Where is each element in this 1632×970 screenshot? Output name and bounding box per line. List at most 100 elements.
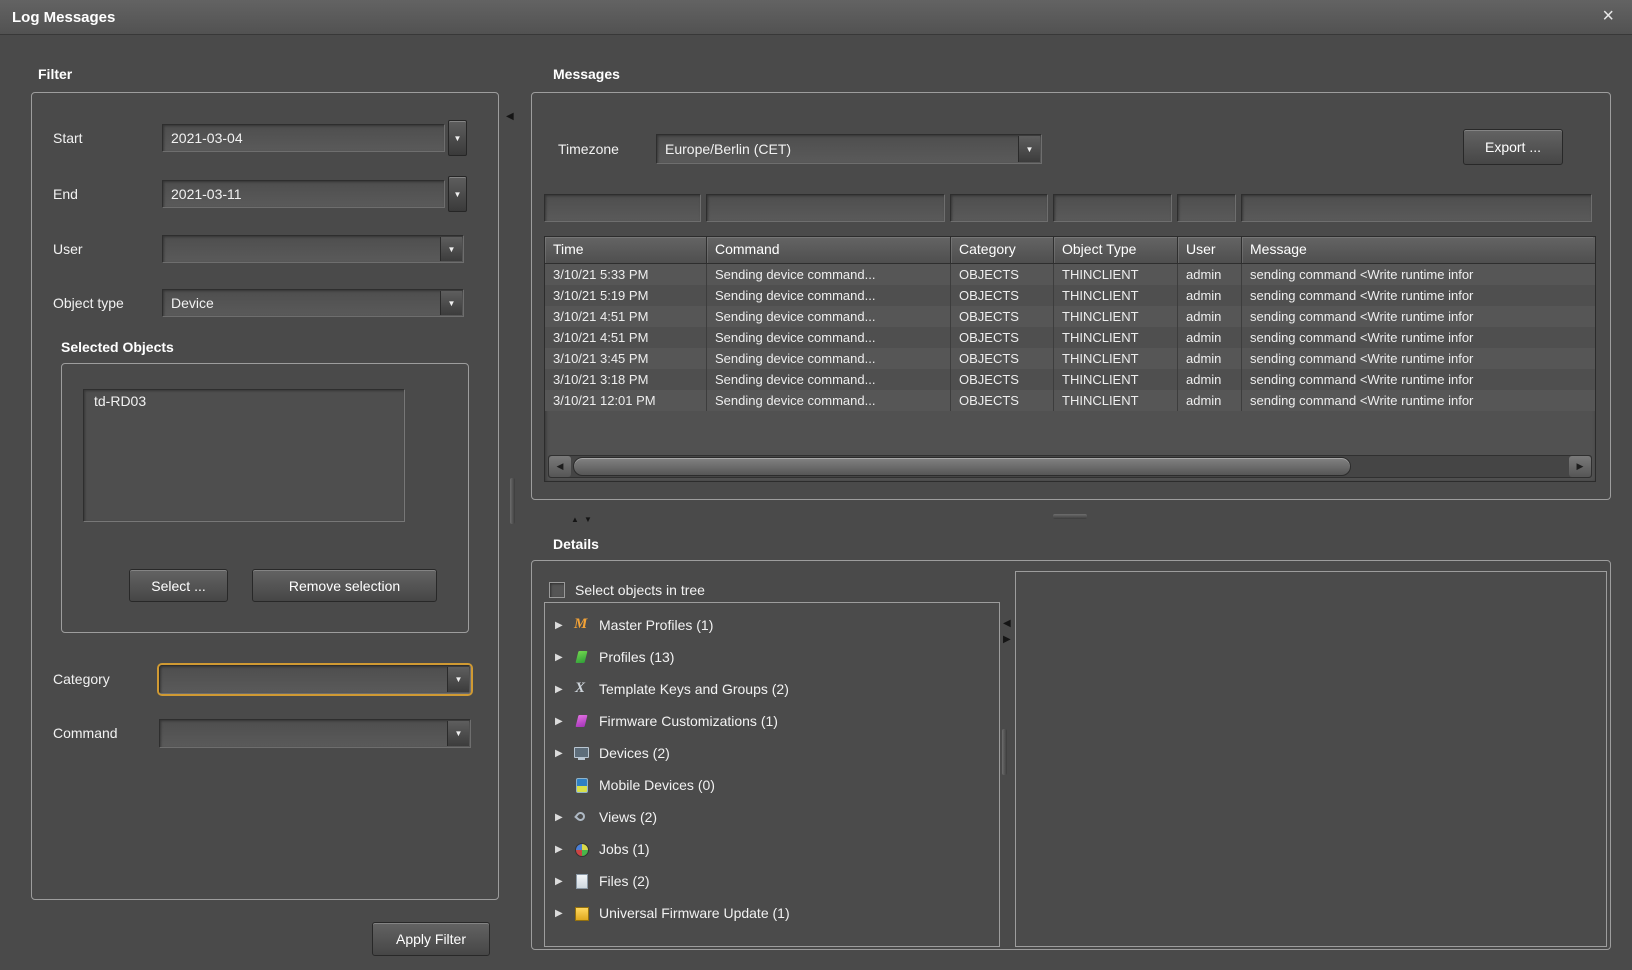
table-filter-row [544, 194, 1596, 222]
tree-item-label: Universal Firmware Update (1) [599, 905, 790, 921]
user-dropdown-icon[interactable]: ▼ [440, 237, 462, 261]
messages-details-splitter-grip[interactable] [1053, 514, 1087, 519]
tree-item[interactable]: ▶ Firmware Customizations (1) [545, 705, 999, 737]
end-date-value: 2021-03-11 [163, 181, 444, 207]
command-combobox[interactable]: ▼ [159, 719, 471, 748]
category-dropdown-icon[interactable]: ▼ [447, 667, 469, 692]
tree-item-label: Files (2) [599, 873, 650, 889]
timezone-dropdown-icon[interactable]: ▼ [1018, 136, 1040, 162]
end-date-field[interactable]: 2021-03-11 [162, 180, 445, 208]
filter-cell-category [950, 194, 1053, 222]
table-row[interactable]: 3/10/21 3:18 PMSending device command...… [545, 369, 1595, 390]
column-header-user[interactable]: User [1178, 237, 1242, 263]
selected-object-item[interactable]: td-RD03 [84, 390, 404, 412]
tree-splitter-left-icon[interactable]: ◀ [1003, 619, 1011, 629]
tree-expand-icon[interactable]: ▶ [555, 908, 571, 919]
filter-splitter-grip[interactable] [510, 478, 515, 524]
cell-command: Sending device command... [707, 327, 951, 348]
cell-user: admin [1178, 348, 1242, 369]
tree-item[interactable]: ▶ Universal Firmware Update (1) [545, 897, 999, 929]
timezone-combobox[interactable]: Europe/Berlin (CET) ▼ [656, 134, 1042, 164]
start-date-field[interactable]: 2021-03-04 [162, 124, 445, 152]
scrollbar-thumb[interactable] [573, 457, 1351, 476]
tree-item[interactable]: ▶Profiles (13) [545, 641, 999, 673]
messages-groupbox: Timezone Europe/Berlin (CET) ▼ Export ..… [531, 92, 1611, 500]
files-icon [573, 873, 590, 889]
close-icon[interactable]: × [1602, 4, 1614, 28]
column-filter-input-command[interactable] [706, 194, 945, 222]
select-objects-in-tree-checkbox[interactable] [549, 582, 565, 598]
start-date-value: 2021-03-04 [163, 125, 444, 151]
table-row[interactable]: 3/10/21 4:51 PMSending device command...… [545, 327, 1595, 348]
apply-filter-button[interactable]: Apply Filter [372, 922, 490, 956]
tree-expand-icon[interactable]: ▶ [555, 844, 571, 855]
object-type-combobox[interactable]: Device ▼ [162, 289, 464, 317]
column-header-message[interactable]: Message [1242, 237, 1593, 263]
cell-time: 3/10/21 4:51 PM [545, 306, 707, 327]
column-filter-input-time[interactable] [544, 194, 701, 222]
tree-item[interactable]: ▶Jobs (1) [545, 833, 999, 865]
tree-item[interactable]: ▶Master Profiles (1) [545, 609, 999, 641]
column-filter-input-user[interactable] [1177, 194, 1236, 222]
table-row[interactable]: 3/10/21 3:45 PMSending device command...… [545, 348, 1595, 369]
column-filter-input-object-type[interactable] [1053, 194, 1172, 222]
command-dropdown-icon[interactable]: ▼ [447, 721, 469, 746]
tree-expand-icon[interactable]: ▶ [555, 876, 571, 887]
messages-hscrollbar[interactable]: ◀ ▶ [548, 455, 1592, 478]
user-combobox[interactable]: ▼ [162, 235, 464, 263]
object-type-value: Device [163, 290, 463, 316]
filter-splitter-collapse-icon[interactable]: ◀ [506, 112, 514, 122]
column-header-object-type[interactable]: Object Type [1054, 237, 1178, 263]
tree-item[interactable]: ▶Views (2) [545, 801, 999, 833]
tree-item[interactable]: ▶Devices (2) [545, 737, 999, 769]
table-row[interactable]: 3/10/21 4:51 PMSending device command...… [545, 306, 1595, 327]
tree-expand-icon[interactable]: ▶ [555, 620, 571, 631]
scrollbar-track[interactable] [571, 456, 1569, 477]
cell-object-type: THINCLIENT [1054, 285, 1178, 306]
tree-expand-icon[interactable]: ▶ [555, 748, 571, 759]
column-filter-input-message[interactable] [1241, 194, 1592, 222]
filter-cell-command [706, 194, 950, 222]
cell-command: Sending device command... [707, 306, 951, 327]
category-combobox[interactable]: ▼ [159, 665, 471, 694]
mobile-devices-icon [573, 777, 590, 793]
end-date-dropdown-icon[interactable]: ▼ [448, 176, 467, 212]
scroll-right-icon[interactable]: ▶ [1569, 456, 1591, 477]
remove-selection-button[interactable]: Remove selection [252, 569, 437, 602]
tree-expand-icon[interactable]: ▶ [555, 716, 571, 727]
cell-object-type: THINCLIENT [1054, 369, 1178, 390]
column-header-time[interactable]: Time [545, 237, 707, 263]
select-objects-button[interactable]: Select ... [129, 569, 228, 602]
column-header-command[interactable]: Command [707, 237, 951, 263]
details-collapse-down-icon[interactable]: ▼ [584, 516, 592, 524]
category-value [160, 666, 470, 692]
object-type-dropdown-icon[interactable]: ▼ [440, 291, 462, 315]
tree-item[interactable]: ▶ Files (2) [545, 865, 999, 897]
cell-command: Sending device command... [707, 348, 951, 369]
column-filter-input-category[interactable] [950, 194, 1048, 222]
end-label: End [53, 180, 78, 208]
tree-item[interactable]: ▶Mobile Devices (0) [545, 769, 999, 801]
tree-item[interactable]: ▶Template Keys and Groups (2) [545, 673, 999, 705]
selected-objects-list[interactable]: td-RD03 [83, 389, 405, 522]
profiles-icon [573, 649, 590, 665]
tree-expand-icon[interactable]: ▶ [555, 812, 571, 823]
tree-splitter-right-icon[interactable]: ▶ [1003, 635, 1011, 645]
cell-category: OBJECTS [951, 390, 1054, 411]
table-row[interactable]: 3/10/21 5:19 PMSending device command...… [545, 285, 1595, 306]
titlebar[interactable]: Log Messages × [0, 0, 1632, 35]
start-date-dropdown-icon[interactable]: ▼ [448, 120, 467, 156]
column-header-category[interactable]: Category [951, 237, 1054, 263]
export-button[interactable]: Export ... [1463, 129, 1563, 165]
tree-splitter-grip[interactable] [1002, 729, 1007, 775]
table-row[interactable]: 3/10/21 12:01 PMSending device command..… [545, 390, 1595, 411]
detail-text-pane[interactable] [1015, 571, 1607, 947]
jobs-icon [573, 841, 590, 857]
tree-item-label: Firmware Customizations (1) [599, 713, 778, 729]
table-row[interactable]: 3/10/21 5:33 PMSending device command...… [545, 264, 1595, 285]
tree-expand-icon[interactable]: ▶ [555, 684, 571, 695]
cell-category: OBJECTS [951, 285, 1054, 306]
tree-expand-icon[interactable]: ▶ [555, 652, 571, 663]
details-collapse-up-icon[interactable]: ▲ [571, 516, 579, 524]
scroll-left-icon[interactable]: ◀ [549, 456, 571, 477]
